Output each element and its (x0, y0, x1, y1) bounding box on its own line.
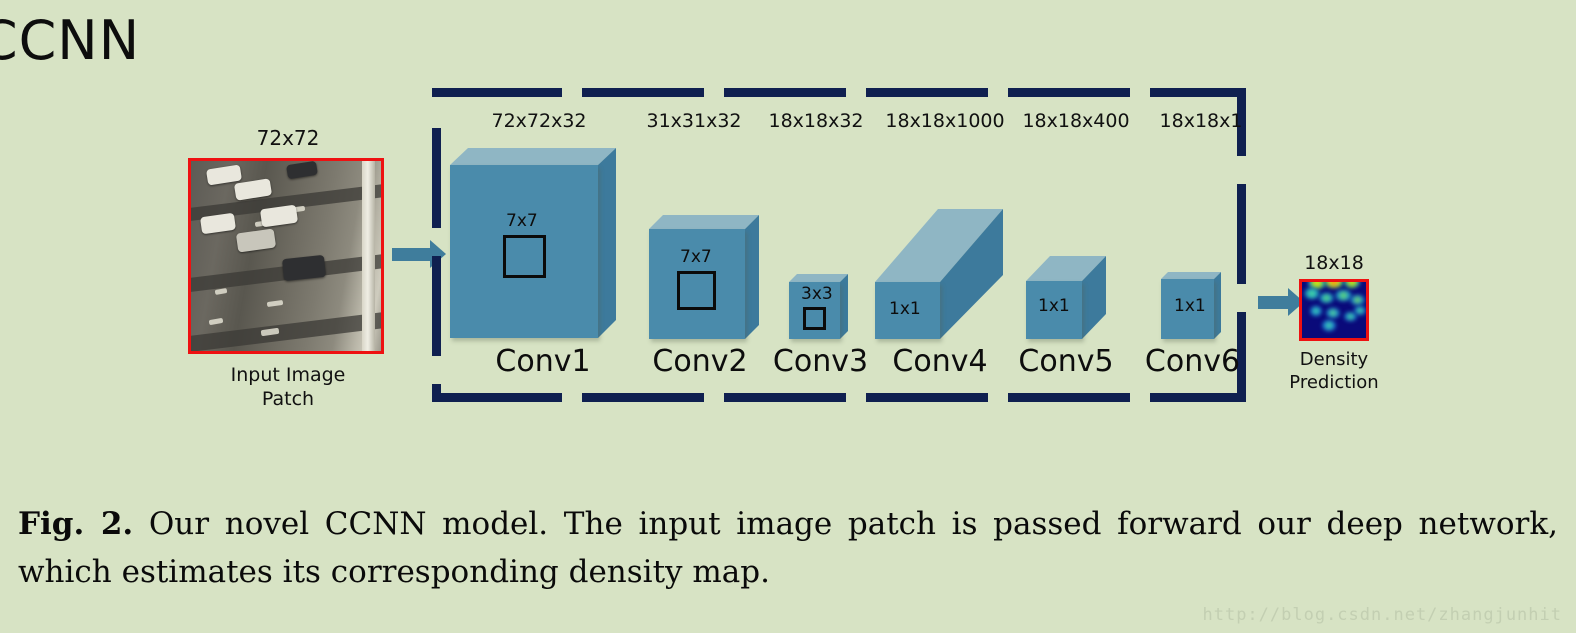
frame-right-seg-3 (1237, 184, 1246, 284)
figure-caption: Fig. 2. Our novel CCNN model. The input … (18, 500, 1558, 596)
arrow-shaft (392, 248, 432, 261)
frame-top-seg-2 (582, 88, 704, 97)
conv-block-conv6: 1x1 (1161, 272, 1224, 339)
heat-blob-3 (1344, 282, 1360, 288)
figure-caption-text: Our novel CCNN model. The input image pa… (18, 506, 1558, 591)
conv6-kernel-label: 1x1 (1174, 296, 1206, 316)
conv-label-conv3: Conv3 (772, 344, 869, 379)
conv1-kernel-label: 7x7 (506, 211, 538, 231)
figure-title-text: CCNN (0, 9, 141, 72)
conv6-top-face (1161, 272, 1221, 279)
conv3-kernel-label: 3x3 (801, 284, 833, 304)
heat-blob-2 (1324, 282, 1344, 288)
frame-top-seg-6 (1150, 88, 1246, 97)
heat-blob-4 (1304, 288, 1320, 299)
frame-top-seg-1 (440, 88, 562, 97)
conv3-side-face (840, 274, 848, 339)
conv2-kernel-box (677, 271, 716, 310)
conv3-kernel-box (803, 307, 826, 330)
guard-rail (362, 161, 375, 351)
density-heatmap (1299, 279, 1369, 341)
heat-blob-12 (1354, 306, 1366, 315)
dimension-label-5: 18x18x1 (1159, 110, 1243, 132)
heat-blob-8 (1310, 306, 1322, 316)
input-image-patch (188, 158, 384, 354)
frame-bottom-seg-6 (1150, 393, 1246, 402)
conv2-side-face (745, 215, 759, 339)
frame-bottom-seg-5 (1008, 393, 1130, 402)
watermark-text: http://blog.csdn.net/zhangjunhit (1202, 605, 1562, 625)
conv-label-conv6: Conv6 (1144, 344, 1241, 379)
input-image-group: 72x72 Input Image Patch (188, 126, 388, 412)
conv1-top-face (450, 148, 616, 165)
conv1-kernel-box (503, 235, 546, 278)
density-caption-line2: Prediction (1289, 371, 1379, 393)
frame-bottom-seg-1 (440, 393, 562, 402)
figure-canvas: CCNN 72x72 Input Imag (0, 0, 1576, 633)
frame-bottom-seg-3 (724, 393, 846, 402)
density-caption: Density Prediction (1288, 349, 1380, 394)
figure-caption-label: Fig. 2. (18, 506, 134, 542)
conv-label-conv1: Conv1 (495, 344, 591, 379)
frame-left-seg-3 (432, 256, 441, 356)
density-dimension-label: 18x18 (1304, 252, 1364, 274)
heat-blob-7 (1350, 295, 1365, 305)
conv2-top-face (649, 215, 759, 229)
dimension-label-0: 72x72x32 (491, 110, 587, 132)
conv-block-conv3: 3x3 (789, 274, 852, 339)
heat-blob-9 (1326, 308, 1340, 318)
conv6-side-face (1214, 272, 1221, 339)
input-caption: Input Image Patch (188, 364, 388, 412)
conv5-kernel-label: 1x1 (1038, 296, 1070, 316)
heat-blob-11 (1322, 320, 1336, 331)
figure-title: CCNN (0, 14, 1576, 68)
frame-bottom-seg-4 (866, 393, 988, 402)
frame-top-seg-4 (866, 88, 988, 97)
conv-block-conv2: 7x7 (649, 215, 767, 339)
input-caption-line1: Input Image (230, 364, 346, 386)
conv3-top-face (789, 274, 848, 282)
frame-left-seg-2 (432, 128, 441, 228)
heat-blob-5 (1319, 293, 1334, 303)
conv2-kernel-label: 7x7 (680, 247, 712, 267)
conv-block-conv5: 1x1 (1026, 256, 1106, 339)
conv-label-conv4: Conv4 (892, 344, 988, 379)
frame-left-seg-4 (432, 384, 441, 402)
arrow-shaft (1258, 296, 1290, 309)
layer-dimension-labels: 72x72x32 31x31x32 18x18x32 18x18x1000 18… (432, 110, 1254, 136)
frame-bottom-seg-2 (582, 393, 704, 402)
input-caption-line2: Patch (261, 387, 315, 410)
conv-block-conv4: 1x1 (875, 209, 1003, 339)
conv-label-conv5: Conv5 (1018, 344, 1114, 379)
frame-top-seg-5 (1008, 88, 1130, 97)
input-dimension-label: 72x72 (256, 126, 320, 150)
frame-top-seg-3 (724, 88, 846, 97)
frame-left-seg-1 (432, 88, 441, 97)
conv-label-conv2: Conv2 (652, 344, 748, 379)
conv1-side-face (598, 148, 616, 338)
conv-block-conv1: 7x7 (450, 148, 636, 338)
density-caption-line1: Density (1299, 349, 1369, 370)
density-prediction-group: 18x18 Density Prediction (1288, 252, 1380, 394)
car-7 (281, 254, 327, 282)
conv4-kernel-label: 1x1 (889, 299, 921, 319)
